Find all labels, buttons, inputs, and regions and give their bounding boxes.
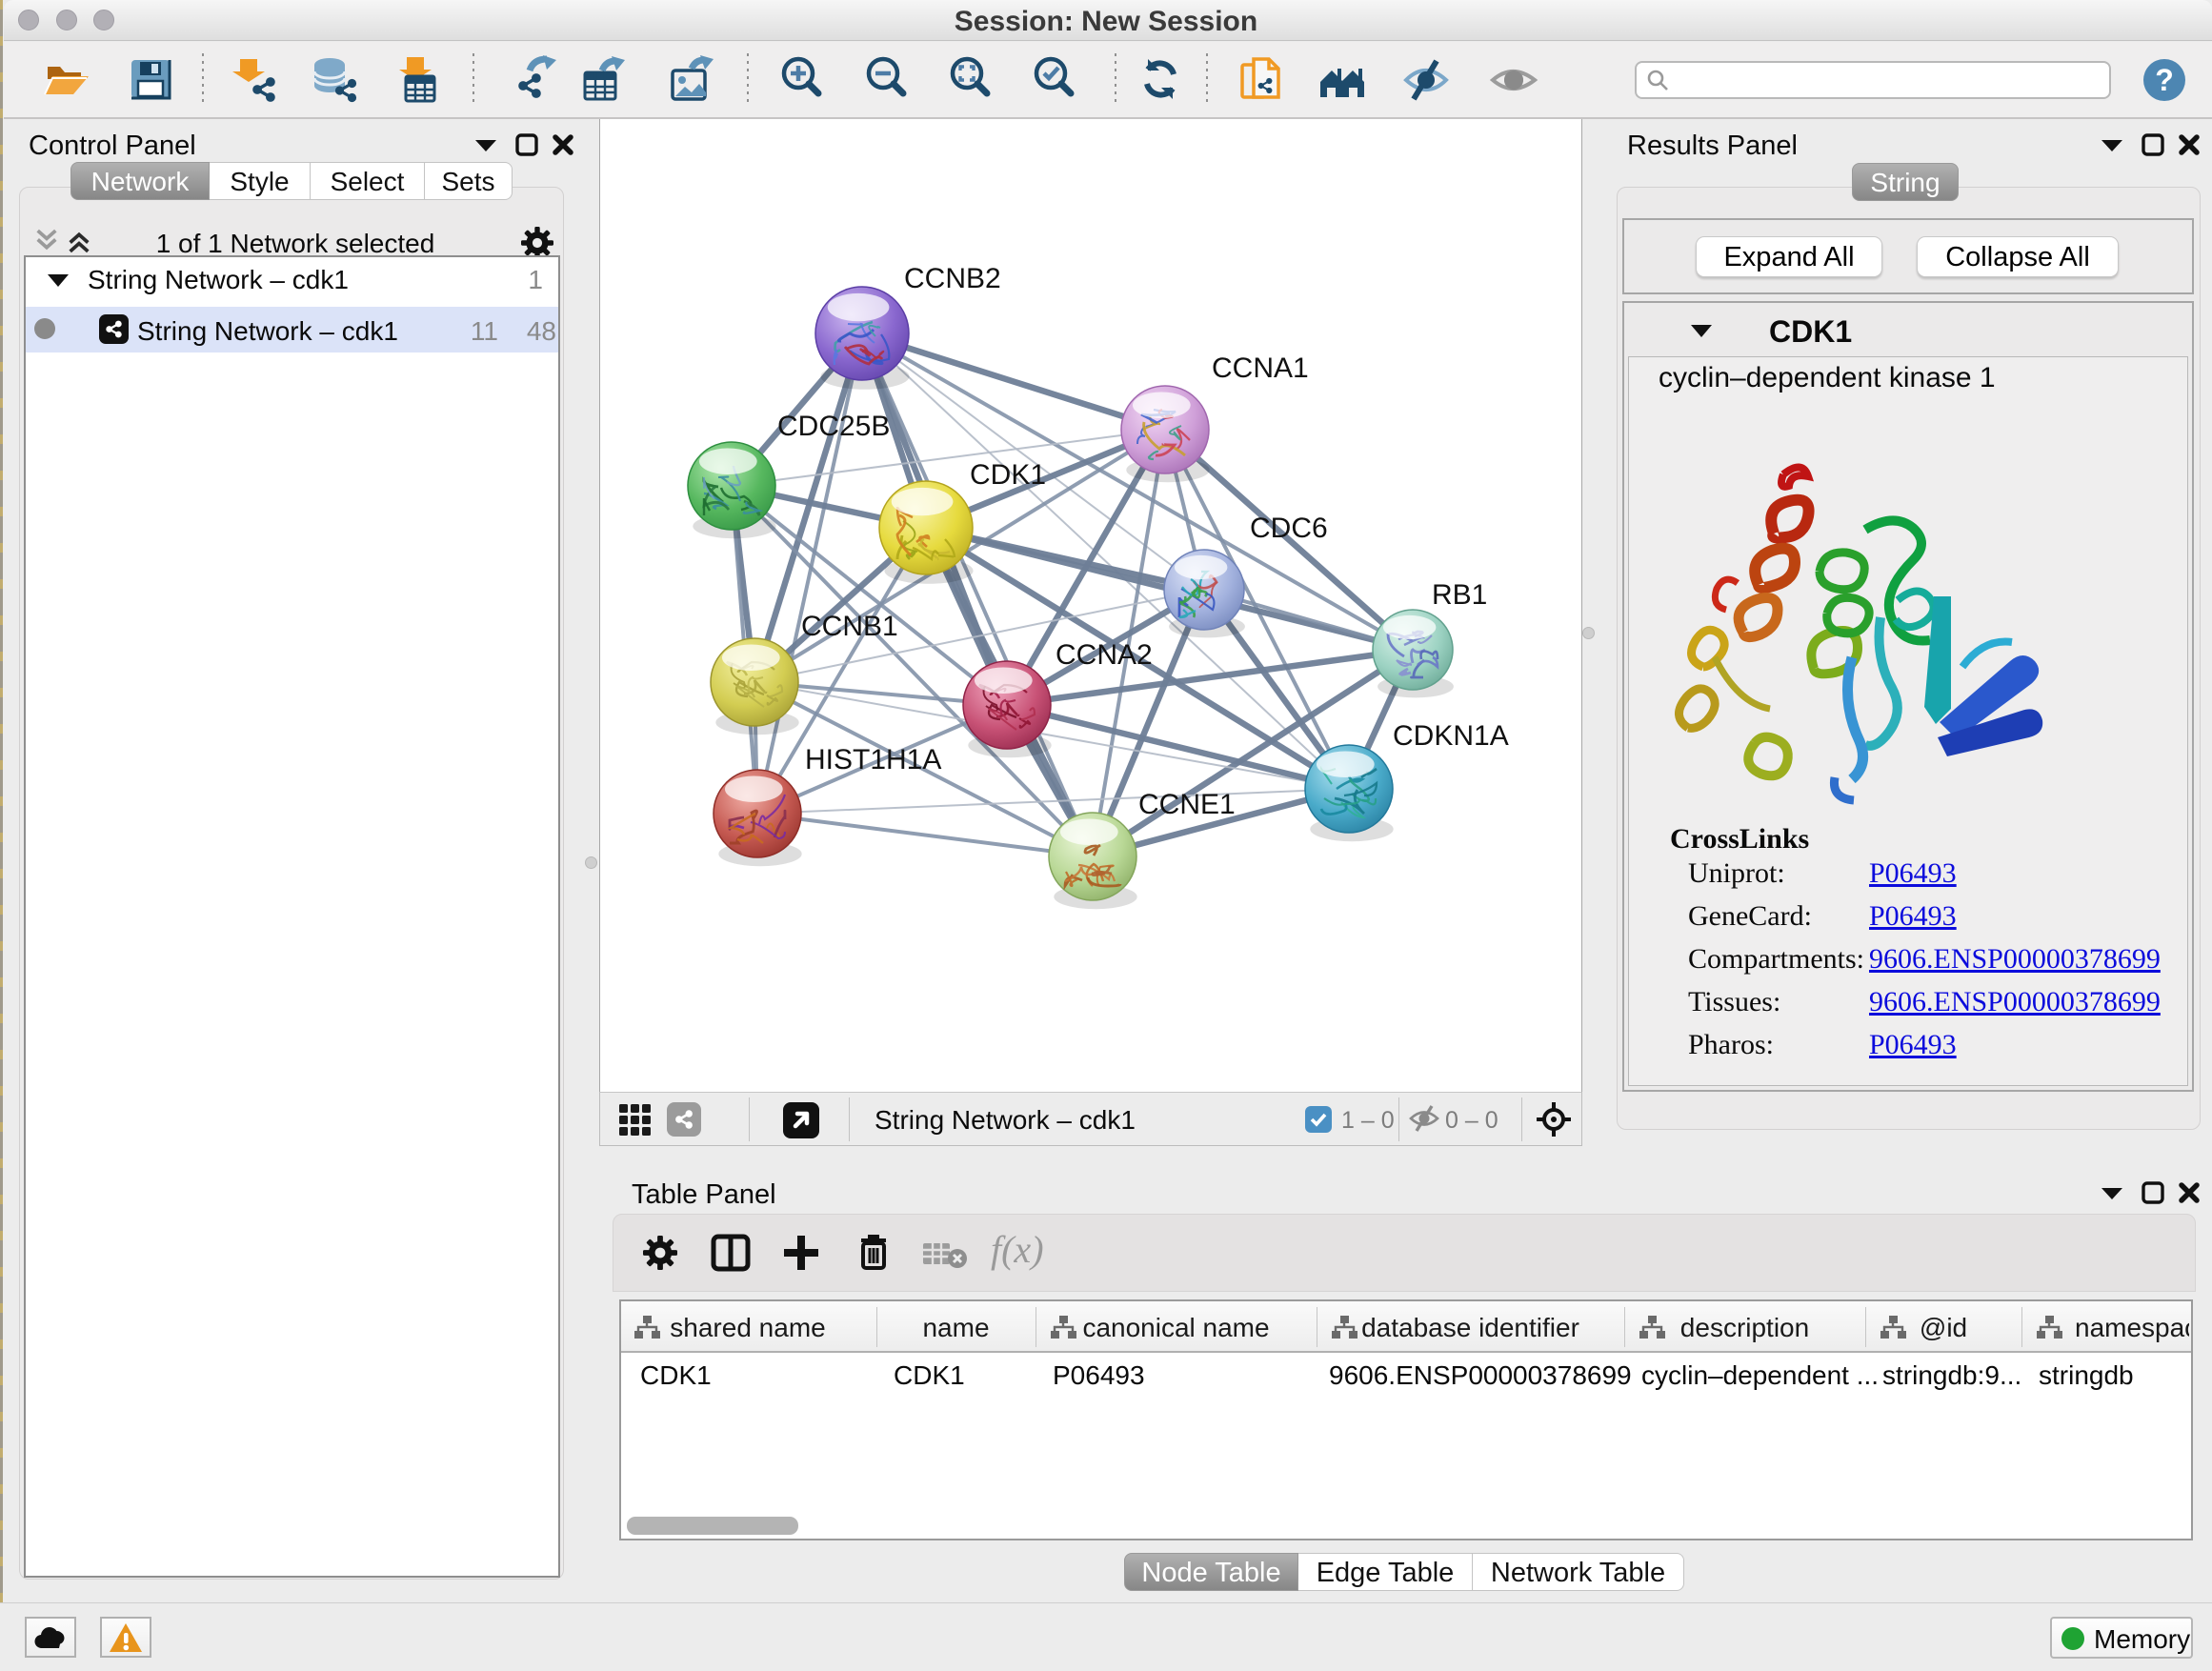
- svg-text:CDK1: CDK1: [970, 459, 1046, 491]
- svg-text:CCNB1: CCNB1: [801, 611, 898, 642]
- svg-text:CDC25B: CDC25B: [777, 411, 890, 442]
- svg-text:HIST1H1A: HIST1H1A: [805, 744, 941, 775]
- svg-text:CCNA1: CCNA1: [1212, 352, 1309, 384]
- svg-text:RB1: RB1: [1432, 579, 1487, 611]
- svg-text:CCNE1: CCNE1: [1138, 789, 1236, 820]
- svg-text:CCNA2: CCNA2: [1056, 639, 1153, 671]
- svg-text:CDKN1A: CDKN1A: [1393, 720, 1509, 752]
- svg-text:CCNB2: CCNB2: [904, 263, 1001, 294]
- svg-text:CDC6: CDC6: [1250, 513, 1328, 544]
